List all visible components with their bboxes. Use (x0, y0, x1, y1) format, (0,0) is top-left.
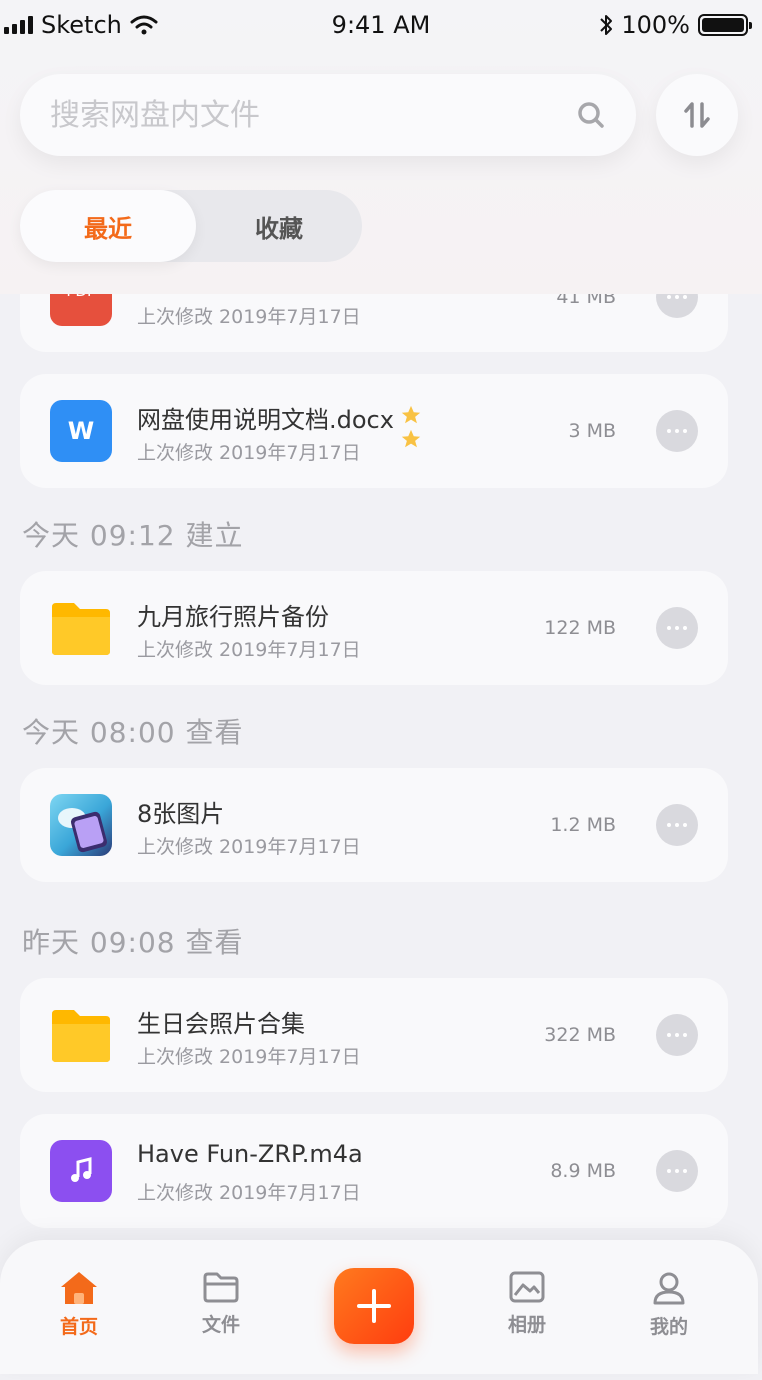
file-name: 九月旅行照片备份 (137, 603, 329, 631)
image-thumbnail-icon (50, 794, 112, 856)
file-name: 8张图片 (137, 800, 225, 828)
file-meta: 上次修改 2019年7月17日 (137, 1046, 361, 1068)
more-button[interactable] (656, 804, 698, 846)
image-preview-icon (58, 808, 108, 853)
file-card[interactable]: Have Fun-ZRP.m4a 上次修改 2019年7月17日 8.9 MB (20, 1114, 728, 1228)
favorite-stars (400, 404, 422, 450)
nav-item-home[interactable]: 首页 (34, 1270, 124, 1339)
home-icon (61, 1272, 97, 1304)
signal-icon (4, 16, 33, 34)
more-button[interactable] (656, 607, 698, 649)
nav-label: 首页 (59, 1316, 98, 1338)
section-label: 昨天 09:08 查看 (22, 926, 244, 959)
file-type-label: W (67, 417, 95, 445)
file-size: 1.2 MB (550, 814, 616, 836)
file-name: 网盘使用说明文档.docx (137, 406, 394, 434)
battery-icon (698, 14, 752, 36)
search-box[interactable] (20, 74, 636, 156)
file-card[interactable]: W 网盘使用说明文档.docx 上次修改 2019年7月17日 3 MB (20, 374, 728, 488)
nav-label: 文件 (201, 1314, 240, 1336)
status-bar: Sketch 9:41 AM 100% (0, 0, 762, 50)
album-icon (509, 1271, 545, 1303)
tab-recent[interactable]: 最近 (20, 190, 196, 262)
nav-label: 相册 (507, 1314, 546, 1336)
file-name: Have Fun-ZRP.m4a (137, 1140, 363, 1168)
music-note-icon (71, 1157, 92, 1182)
user-icon (653, 1272, 685, 1305)
file-card[interactable]: 8张图片 上次修改 2019年7月17日 1.2 MB (20, 768, 728, 882)
status-left: Sketch (4, 11, 158, 39)
section-label: 今天 09:12 建立 (22, 519, 244, 552)
battery-fill (702, 18, 744, 32)
sort-icon (684, 102, 710, 128)
add-button[interactable] (334, 1268, 414, 1344)
more-button[interactable] (656, 410, 698, 452)
star-icon (401, 429, 421, 448)
search-input[interactable] (50, 97, 576, 133)
sort-button[interactable] (656, 74, 738, 156)
music-icon (50, 1140, 112, 1202)
word-icon: W (50, 400, 112, 462)
bottom-nav-bar: 首页 文件 相册 我的 (0, 1240, 758, 1374)
file-card[interactable]: 生日会照片合集 上次修改 2019年7月17日 322 MB (20, 978, 728, 1092)
nav-item-files[interactable]: 文件 (176, 1270, 266, 1337)
file-meta: 上次修改 2019年7月17日 (137, 306, 361, 328)
file-meta: 上次修改 2019年7月17日 (137, 639, 361, 661)
file-size: 122 MB (544, 617, 616, 639)
folder-icon (52, 603, 110, 655)
star-icon (401, 405, 421, 424)
folder-outline-icon (203, 1272, 239, 1303)
nav-item-album[interactable]: 相册 (482, 1270, 572, 1337)
file-size: 322 MB (544, 1024, 616, 1046)
file-meta: 上次修改 2019年7月17日 (137, 1182, 361, 1204)
file-size: 8.9 MB (550, 1160, 616, 1182)
file-size: 3 MB (568, 420, 616, 442)
plus-icon (357, 1289, 391, 1323)
tab-group: 最近 收藏 (20, 190, 362, 262)
file-name: 生日会照片合集 (137, 1010, 305, 1038)
battery-percent: 100% (621, 11, 690, 39)
wifi-icon (130, 15, 158, 35)
more-button[interactable] (656, 1014, 698, 1056)
file-meta: 上次修改 2019年7月17日 (137, 836, 361, 858)
bluetooth-icon (600, 15, 613, 35)
carrier-name: Sketch (41, 11, 122, 39)
nav-label: 我的 (649, 1316, 688, 1338)
file-meta: 上次修改 2019年7月17日 (137, 442, 361, 464)
more-button[interactable] (656, 1150, 698, 1192)
tab-favorites[interactable]: 收藏 (196, 190, 362, 262)
status-right: 100% (599, 11, 752, 39)
section-label: 今天 08:00 查看 (22, 716, 244, 749)
search-icon[interactable] (576, 100, 606, 130)
folder-icon (52, 1010, 110, 1062)
file-card[interactable]: 九月旅行照片备份 上次修改 2019年7月17日 122 MB (20, 571, 728, 685)
nav-item-profile[interactable]: 我的 (624, 1270, 714, 1339)
